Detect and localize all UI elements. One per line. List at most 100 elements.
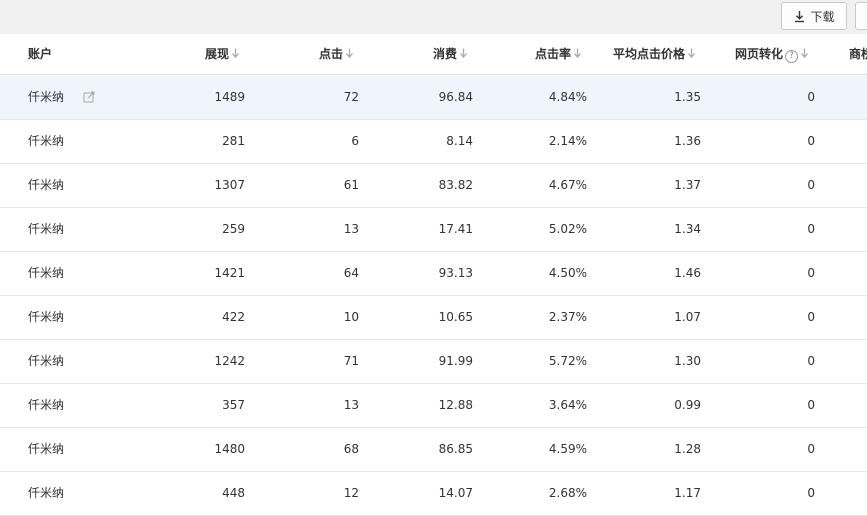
sort-down-arrow-icon[interactable]	[231, 48, 240, 59]
impressions-cell: 1480	[214, 442, 245, 456]
column-header-impressions[interactable]: 展现	[205, 34, 240, 74]
impressions-cell: 448	[222, 486, 245, 500]
cost-cell: 93.13	[438, 266, 473, 280]
account-name-cell[interactable]: 仟米纳	[28, 76, 64, 119]
cpc-cell: 1.07	[674, 310, 701, 324]
clicks-cell: 6	[351, 134, 359, 148]
column-header-label: 展现	[205, 47, 230, 61]
column-header-shangqiao[interactable]: 商桥	[849, 34, 867, 74]
table-header: 账户 展现 点击 消费 点击率 平均点击价格 网页转化? 商桥	[0, 34, 867, 75]
account-name-cell[interactable]: 仟米纳	[28, 208, 64, 251]
conversions-cell: 0	[807, 354, 815, 368]
table-row[interactable]: 仟米纳 422 10 10.65 2.37% 1.07 0	[0, 296, 867, 340]
cost-cell: 10.65	[438, 310, 473, 324]
conversions-cell: 0	[807, 134, 815, 148]
column-header-label: 账户	[28, 47, 53, 61]
column-header-label: 点击	[319, 47, 344, 61]
cost-cell: 17.41	[438, 222, 473, 236]
impressions-cell: 1421	[214, 266, 245, 280]
cost-cell: 8.14	[446, 134, 473, 148]
sort-down-arrow-icon[interactable]	[573, 48, 582, 59]
cost-cell: 83.82	[438, 178, 473, 192]
column-header-ctr[interactable]: 点击率	[535, 34, 582, 74]
impressions-cell: 422	[222, 310, 245, 324]
clicks-cell: 13	[343, 222, 359, 236]
download-icon	[795, 10, 805, 22]
clicks-cell: 61	[343, 178, 359, 192]
ctr-cell: 5.02%	[548, 222, 587, 236]
ctr-cell: 2.14%	[548, 134, 587, 148]
account-name-cell[interactable]: 仟米纳	[28, 296, 64, 339]
sort-down-arrow-icon[interactable]	[459, 48, 468, 59]
account-name-cell[interactable]: 仟米纳	[28, 340, 64, 383]
impressions-cell: 281	[222, 134, 245, 148]
column-header-account: 账户	[28, 34, 52, 74]
impressions-cell: 1307	[214, 178, 245, 192]
external-edit-icon[interactable]	[83, 91, 95, 103]
download-button-label: 下载	[810, 9, 835, 24]
column-header-cpc[interactable]: 平均点击价格	[613, 34, 696, 74]
sort-down-arrow-icon[interactable]	[687, 48, 696, 59]
table-row[interactable]: 仟米纳 357 13 12.88 3.64% 0.99 0	[0, 384, 867, 428]
table-row[interactable]: 仟米纳 1307 61 83.82 4.67% 1.37 0	[0, 164, 867, 208]
impressions-cell: 357	[222, 398, 245, 412]
more-button[interactable]	[855, 2, 867, 30]
clicks-cell: 64	[343, 266, 359, 280]
table-row[interactable]: 仟米纳 281 6 8.14 2.14% 1.36 0	[0, 120, 867, 164]
clicks-cell: 13	[343, 398, 359, 412]
table-body: 仟米纳 1489 72 96.84 4.84% 1.35 0 仟米纳 281 6 8.14 2.14%…	[0, 76, 867, 516]
cpc-cell: 1.37	[674, 178, 701, 192]
table-row[interactable]: 仟米纳 448 12 14.07 2.68% 1.17 0	[0, 472, 867, 516]
conversions-cell: 0	[807, 310, 815, 324]
account-name-cell[interactable]: 仟米纳	[28, 164, 64, 207]
cpc-cell: 1.30	[674, 354, 701, 368]
cost-cell: 91.99	[438, 354, 473, 368]
column-header-label: 平均点击价格	[613, 47, 686, 61]
column-header-label: 商桥	[849, 47, 867, 61]
clicks-cell: 68	[343, 442, 359, 456]
cost-cell: 86.85	[438, 442, 473, 456]
cost-cell: 96.84	[438, 90, 473, 104]
conversions-cell: 0	[807, 178, 815, 192]
download-button[interactable]: 下载	[781, 2, 847, 30]
account-name-cell[interactable]: 仟米纳	[28, 120, 64, 163]
clicks-cell: 12	[343, 486, 359, 500]
sort-down-arrow-icon[interactable]	[345, 48, 354, 59]
cpc-cell: 1.36	[674, 134, 701, 148]
ctr-cell: 3.64%	[548, 398, 587, 412]
conversions-cell: 0	[807, 266, 815, 280]
ctr-cell: 4.50%	[548, 266, 587, 280]
column-header-conversions[interactable]: 网页转化?	[735, 34, 809, 74]
impressions-cell: 1489	[214, 90, 245, 104]
sort-down-arrow-icon[interactable]	[800, 48, 809, 59]
cpc-cell: 0.99	[674, 398, 701, 412]
toolbar: 下载	[0, 0, 867, 34]
column-header-clicks[interactable]: 点击	[319, 34, 354, 74]
table-row[interactable]: 仟米纳 259 13 17.41 5.02% 1.34 0	[0, 208, 867, 252]
conversions-cell: 0	[807, 486, 815, 500]
column-header-label: 点击率	[535, 47, 572, 61]
table-row[interactable]: 仟米纳 1242 71 91.99 5.72% 1.30 0	[0, 340, 867, 384]
ctr-cell: 2.37%	[548, 310, 587, 324]
account-name-cell[interactable]: 仟米纳	[28, 252, 64, 295]
clicks-cell: 72	[343, 90, 359, 104]
cpc-cell: 1.28	[674, 442, 701, 456]
account-name-cell[interactable]: 仟米纳	[28, 384, 64, 427]
cpc-cell: 1.46	[674, 266, 701, 280]
table-row[interactable]: 仟米纳 1489 72 96.84 4.84% 1.35 0	[0, 76, 867, 120]
table-row[interactable]: 仟米纳 1421 64 93.13 4.50% 1.46 0	[0, 252, 867, 296]
column-header-cost[interactable]: 消费	[433, 34, 468, 74]
cost-cell: 14.07	[438, 486, 473, 500]
impressions-cell: 1242	[214, 354, 245, 368]
account-name-cell[interactable]: 仟米纳	[28, 472, 64, 515]
question-circle-icon[interactable]: ?	[785, 50, 799, 63]
cpc-cell: 1.35	[674, 90, 701, 104]
conversions-cell: 0	[807, 90, 815, 104]
impressions-cell: 259	[222, 222, 245, 236]
conversions-cell: 0	[807, 398, 815, 412]
ctr-cell: 4.67%	[548, 178, 587, 192]
clicks-cell: 71	[343, 354, 359, 368]
table-row[interactable]: 仟米纳 1480 68 86.85 4.59% 1.28 0	[0, 428, 867, 472]
account-name-cell[interactable]: 仟米纳	[28, 428, 64, 471]
ctr-cell: 5.72%	[548, 354, 587, 368]
